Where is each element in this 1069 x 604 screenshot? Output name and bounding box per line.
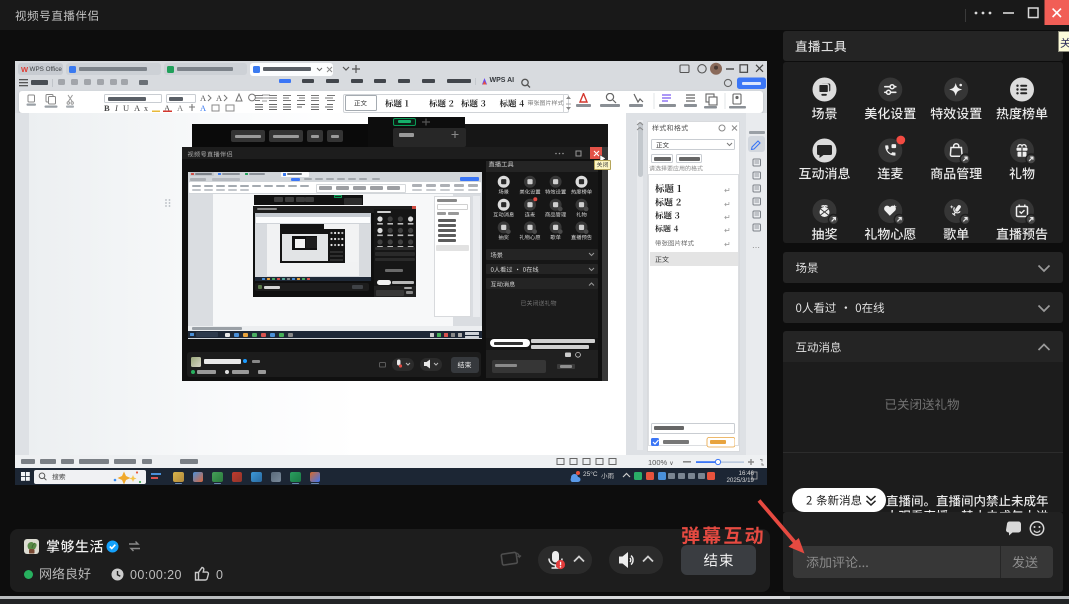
svg-text:A: A	[200, 93, 207, 102]
svg-text:I: I	[114, 103, 119, 112]
svg-text:A: A	[177, 103, 184, 112]
svg-text:A: A	[200, 103, 207, 112]
svg-text:x: x	[144, 104, 148, 112]
svg-text:A: A	[216, 93, 223, 102]
svg-text:A: A	[134, 103, 141, 112]
svg-text:U: U	[123, 103, 129, 112]
svg-text:B: B	[104, 103, 110, 112]
